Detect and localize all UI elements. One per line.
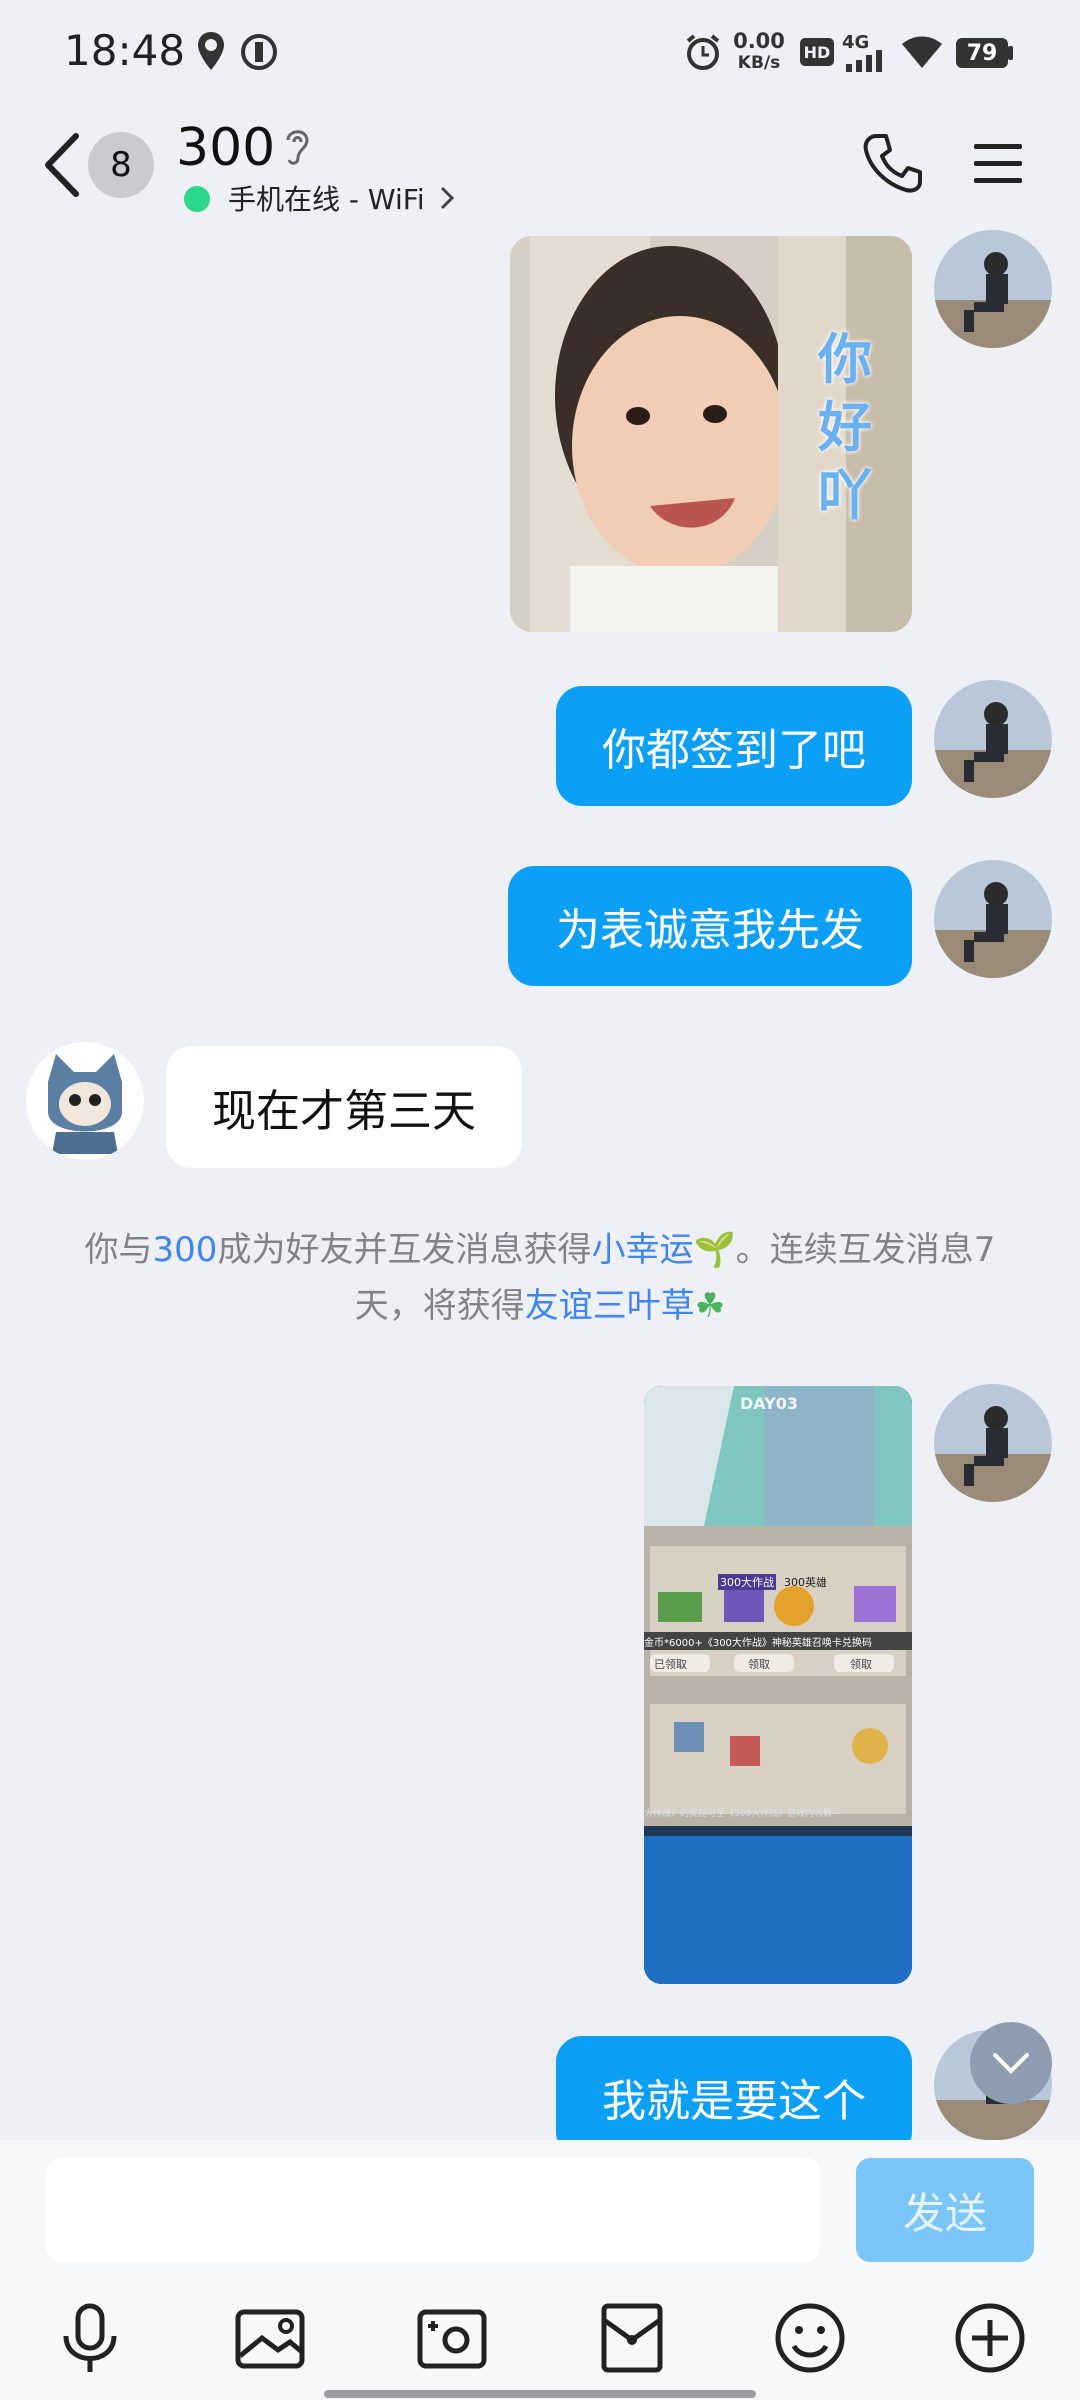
- online-status[interactable]: 手机在线 - WiFi: [228, 178, 425, 218]
- camera-icon[interactable]: [414, 2300, 490, 2376]
- my-avatar[interactable]: [934, 860, 1052, 978]
- sprout-icon: 🌱: [693, 1230, 736, 1270]
- microphone-icon[interactable]: [52, 2300, 128, 2376]
- back-arrow-icon[interactable]: [40, 130, 84, 200]
- screenshot-text: 300大作战: [718, 1574, 776, 1590]
- system-text: 你与: [84, 1230, 153, 1270]
- scroll-to-bottom-button[interactable]: [970, 2022, 1052, 2104]
- status-time: 18:48: [64, 26, 186, 75]
- contact-link[interactable]: 300: [153, 1230, 218, 1270]
- screenshot-text: 大作战》的奖励可至《300大作战》游戏内领取~: [644, 1809, 840, 1819]
- battery-tip: [1008, 46, 1013, 60]
- game-screenshot-image: [644, 1386, 912, 1984]
- sticker-caption: 你好吖: [818, 328, 872, 527]
- online-indicator: [184, 186, 210, 212]
- data-saver-icon: [241, 34, 277, 70]
- message-clip: 我就是要这个: [0, 2030, 1080, 2140]
- lucky-link[interactable]: 小幸运: [591, 1230, 693, 1270]
- image-message[interactable]: DAY03 300大作战 300英雄 金币*6000+《300大作战》神秘英雄召…: [644, 1386, 912, 1984]
- battery-level: 79: [956, 38, 1008, 68]
- screenshot-text: 已领取: [654, 1658, 687, 1671]
- send-button[interactable]: 发送: [856, 2158, 1034, 2262]
- chevron-right-icon[interactable]: [440, 186, 454, 210]
- unread-count-badge[interactable]: 8: [88, 132, 154, 198]
- sent-message-bubble[interactable]: 你都签到了吧: [556, 686, 912, 806]
- my-avatar[interactable]: [934, 680, 1052, 798]
- emoji-icon[interactable]: [772, 2300, 848, 2376]
- menu-icon[interactable]: [972, 140, 1024, 188]
- network-speed-unit: KB/s: [737, 53, 781, 73]
- screenshot-text: 领取: [850, 1658, 872, 1671]
- wifi-icon: [902, 36, 942, 68]
- screenshot-text: 领取: [748, 1658, 770, 1671]
- sticker-message[interactable]: 你好吖: [510, 236, 912, 632]
- screenshot-text: DAY03: [740, 1394, 798, 1413]
- screenshot-text: 300英雄: [784, 1576, 827, 1589]
- phone-call-icon[interactable]: [862, 132, 924, 194]
- sent-message-bubble[interactable]: 为表诚意我先发: [508, 866, 912, 986]
- network-speed: 0.00 KB/s: [730, 30, 788, 74]
- system-text: 成为好友并互发消息获得: [217, 1230, 592, 1270]
- message-input[interactable]: [46, 2158, 820, 2262]
- photo-album-icon[interactable]: [232, 2300, 308, 2376]
- clover-link[interactable]: 友谊三叶草: [525, 1286, 695, 1326]
- sent-message-bubble[interactable]: 我就是要这个: [556, 2036, 912, 2140]
- status-bar: 18:48 0.00 KB/s HD 4G 79: [0, 0, 1080, 100]
- received-message-bubble[interactable]: 现在才第三天: [166, 1046, 522, 1168]
- my-avatar[interactable]: [934, 230, 1052, 348]
- chevron-down-icon: [993, 2053, 1029, 2074]
- home-indicator: [324, 2390, 756, 2398]
- network-speed-value: 0.00: [733, 29, 785, 53]
- contact-avatar[interactable]: [26, 1042, 144, 1160]
- ear-icon: [286, 130, 309, 165]
- signal-icon: [846, 50, 882, 72]
- my-avatar[interactable]: [934, 1384, 1052, 1502]
- screenshot-text: 金币*6000+《300大作战》神秘英雄召唤卡兑换码: [644, 1638, 872, 1649]
- red-packet-icon[interactable]: [594, 2300, 670, 2376]
- plus-icon[interactable]: [952, 2300, 1028, 2376]
- alarm-icon: [686, 34, 720, 70]
- friendship-system-message: 你与300成为好友并互发消息获得小幸运🌱。连续互发消息7天，将获得友谊三叶草☘: [60, 1222, 1020, 1334]
- contact-name[interactable]: 300: [176, 118, 275, 178]
- hd-badge: HD: [800, 38, 834, 66]
- location-icon: [198, 32, 224, 70]
- clover-icon: ☘: [694, 1286, 726, 1326]
